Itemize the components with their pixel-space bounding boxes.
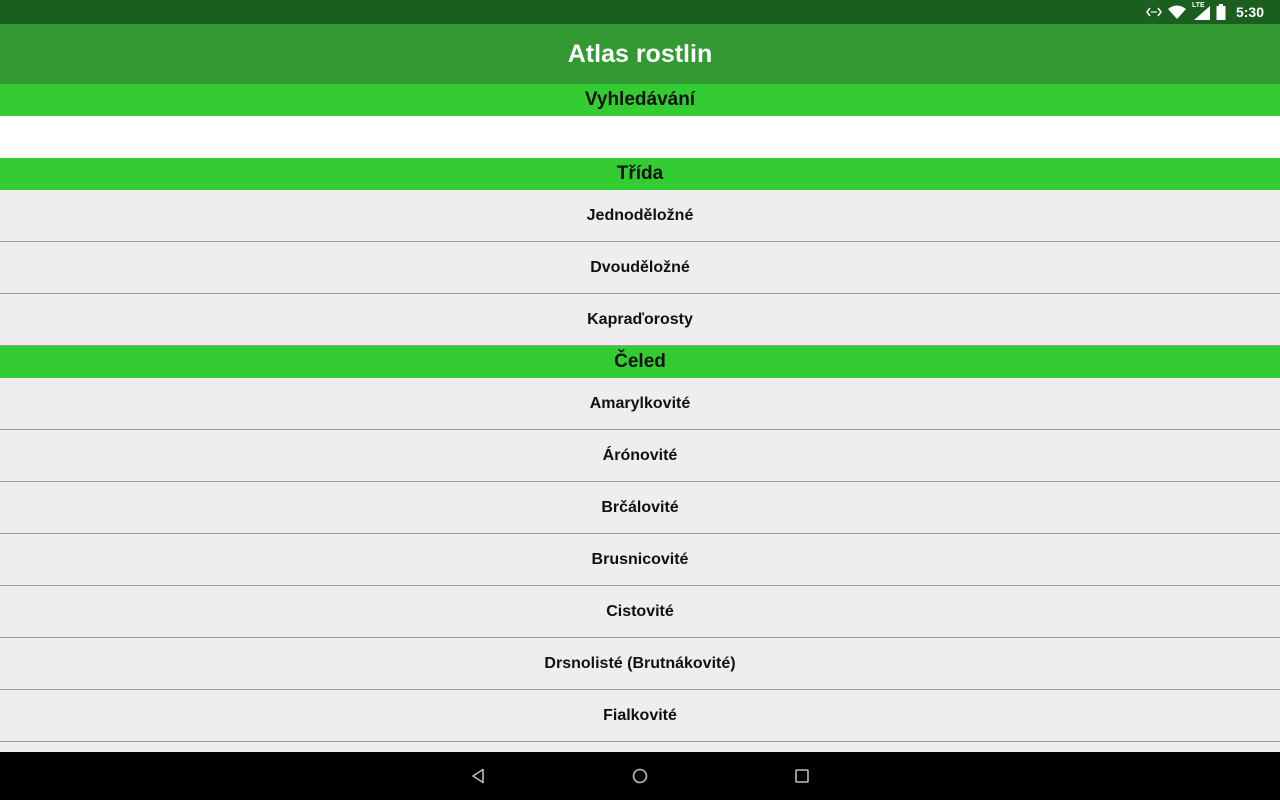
list-item-family[interactable]: Brusnicovité	[0, 534, 1280, 586]
navigation-bar	[0, 752, 1280, 800]
list-item-family[interactable]: Fialkovité	[0, 690, 1280, 742]
app-title: Atlas rostlin	[567, 39, 713, 68]
list-item-family[interactable]: Brčálovité	[0, 482, 1280, 534]
status-bar: LTE 5:30	[0, 0, 1280, 24]
home-button[interactable]	[628, 764, 652, 788]
list-item-family[interactable]: Drsnolisté (Brutnákovité)	[0, 638, 1280, 690]
recents-icon	[795, 769, 809, 783]
data-sync-icon	[1146, 6, 1162, 18]
app-bar: Atlas rostlin	[0, 24, 1280, 84]
content-scroll[interactable]: Vyhledávání Třída Jednoděložné Dvoudělož…	[0, 84, 1280, 752]
status-time: 5:30	[1235, 4, 1264, 20]
cellular-signal-icon: LTE	[1192, 2, 1210, 20]
list-item-class[interactable]: Jednoděložné	[0, 190, 1280, 242]
wifi-icon	[1167, 5, 1186, 19]
battery-icon	[1216, 4, 1226, 20]
list-item-family[interactable]: Cistovité	[0, 586, 1280, 638]
list-item-class[interactable]: Kapraďorosty	[0, 294, 1280, 346]
section-header-class: Třída	[0, 158, 1280, 190]
section-header-search: Vyhledávání	[0, 84, 1280, 116]
list-item-class[interactable]: Dvouděložné	[0, 242, 1280, 294]
status-icons: LTE 5:30	[1146, 0, 1264, 24]
list-item-family[interactable]: Árónovité	[0, 430, 1280, 482]
recents-button[interactable]	[790, 764, 814, 788]
section-title-class: Třída	[616, 163, 664, 184]
section-title-family: Čeled	[614, 351, 666, 372]
section-title-search: Vyhledávání	[584, 89, 696, 110]
search-input[interactable]	[0, 116, 1280, 158]
back-icon	[472, 768, 484, 784]
home-icon	[632, 768, 648, 784]
back-button[interactable]	[466, 764, 490, 788]
list-item-family[interactable]: Amarylkovité	[0, 378, 1280, 430]
section-header-family: Čeled	[0, 346, 1280, 378]
